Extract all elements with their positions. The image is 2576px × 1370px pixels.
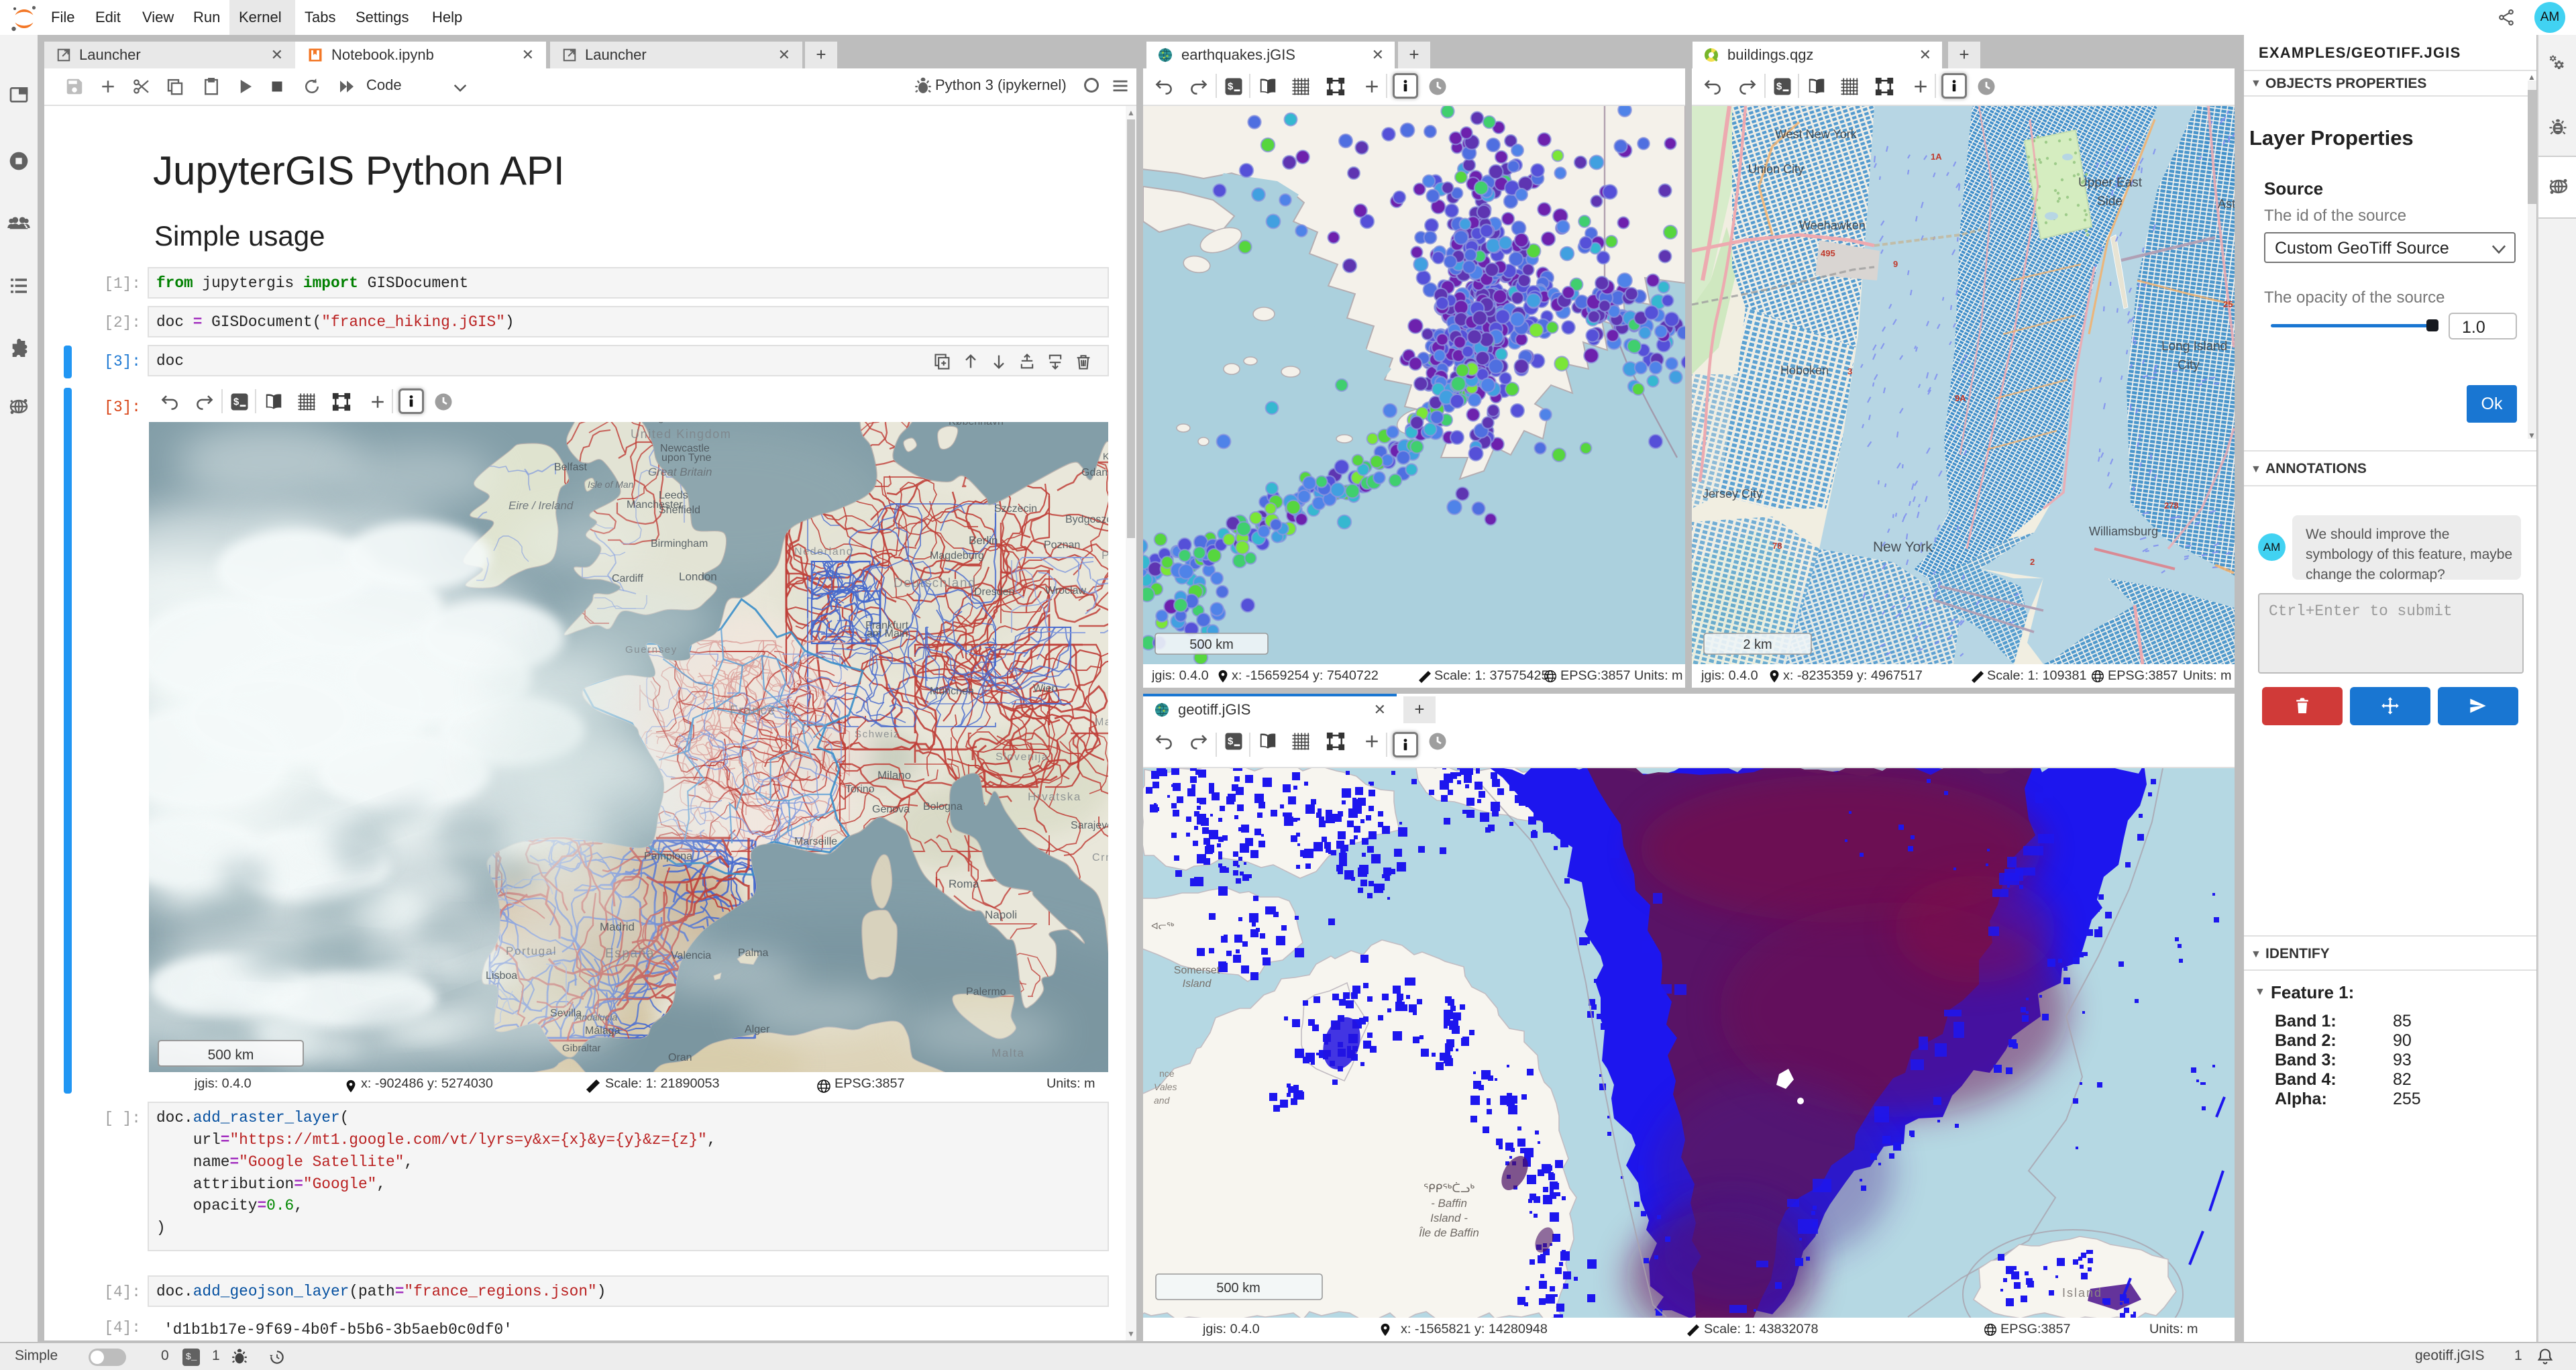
svg-text:Magyaro: Magyaro [1095, 717, 1108, 728]
svg-text:Edinburgh: Edinburgh [619, 422, 671, 423]
svg-text:Crna G: Crna G [1092, 852, 1108, 863]
svg-text:Palermo: Palermo [966, 986, 1006, 998]
svg-text:Torino: Torino [845, 784, 875, 795]
svg-text:Asto: Asto [2218, 197, 2235, 211]
svg-text:Jersey City: Jersey City [1703, 487, 1762, 500]
svg-text:Sheffield: Sheffield [659, 505, 700, 516]
svg-text:Kobenh: Kobenh [1103, 451, 1108, 462]
svg-text:ᐊᓕᖅ: ᐊᓕᖅ [1151, 920, 1175, 931]
svg-text:3: 3 [1847, 366, 1852, 376]
svg-text:Gibraltar: Gibraltar [562, 1043, 601, 1054]
svg-text:Île de Baffin: Île de Baffin [1419, 1226, 1479, 1239]
svg-text:Island -: Island - [1430, 1212, 1468, 1224]
svg-text:$: $ [1776, 81, 1782, 93]
svg-text:78: 78 [1772, 541, 1782, 551]
svg-text:nce: nce [1159, 1068, 1175, 1079]
svg-text:New York: New York [1873, 539, 1933, 555]
svg-text:- Baffin: - Baffin [1431, 1197, 1467, 1210]
svg-text:Gdansk: Gdansk [1081, 467, 1108, 478]
svg-text:Sarajevo: Sarajevo [1071, 820, 1108, 831]
svg-text:Eire / Ireland: Eire / Ireland [508, 499, 574, 512]
svg-text:Schweiz: Schweiz [855, 729, 900, 740]
svg-text:France: France [730, 704, 776, 718]
svg-text:am Main: am Main [867, 628, 908, 639]
svg-text:Pamplona: Pamplona [644, 851, 692, 862]
svg-text:Wroclaw: Wroclaw [1045, 585, 1086, 596]
svg-text:United Kingdom: United Kingdom [631, 427, 731, 441]
svg-text:Island: Island [2062, 1286, 2102, 1300]
svg-text:Napoli: Napoli [985, 908, 1017, 921]
svg-text:Side: Side [2097, 195, 2123, 209]
svg-text:Berlin: Berlin [969, 534, 998, 547]
svg-text:España: España [605, 947, 655, 961]
svg-text:Marseille: Marseille [794, 836, 837, 847]
svg-text:Hrvatska: Hrvatska [1028, 790, 1081, 803]
svg-text:2 km: 2 km [1743, 637, 1772, 652]
svg-text:Hoboken: Hoboken [1780, 364, 1829, 377]
svg-text:Madrid: Madrid [600, 920, 635, 933]
svg-text:West New York: West New York [1775, 127, 1858, 141]
svg-text:ᕿᑭᖅᑖᓗᒃ: ᕿᑭᖅᑖᓗᒃ [1424, 1181, 1474, 1195]
svg-text:Isle of Man: Isle of Man [588, 479, 634, 490]
svg-text:Williamsburg: Williamsburg [2089, 525, 2158, 538]
svg-text:upon Tyne: upon Tyne [661, 452, 712, 464]
svg-text:Málaga: Málaga [585, 1025, 621, 1037]
svg-text:Slovenija: Slovenija [996, 751, 1049, 763]
svg-text:München: München [930, 686, 974, 697]
svg-text:Bologna: Bologna [923, 801, 963, 812]
svg-text:Upper East: Upper East [2078, 176, 2143, 190]
svg-text:Deutschland: Deutschland [894, 576, 976, 590]
svg-text:Birmingham: Birmingham [651, 538, 708, 549]
svg-text:Magdeburg: Magdeburg [930, 550, 984, 562]
svg-text:Portugal: Portugal [506, 945, 557, 957]
svg-text:$: $ [1228, 81, 1234, 93]
svg-text:City: City [2178, 358, 2200, 372]
svg-text:278: 278 [2164, 500, 2179, 511]
svg-text:$: $ [1228, 736, 1234, 747]
svg-text:Union City: Union City [1748, 162, 1804, 176]
svg-text:Genova: Genova [872, 804, 910, 815]
svg-text:Belfast: Belfast [554, 462, 587, 473]
svg-text:9A: 9A [1955, 393, 1966, 403]
svg-text:500 km: 500 km [208, 1047, 254, 1063]
svg-text:Poznan: Poznan [1044, 539, 1080, 551]
svg-text:Milano: Milano [877, 769, 911, 782]
svg-text:Pols: Pols [1102, 549, 1108, 562]
svg-text:Roma: Roma [949, 878, 979, 890]
svg-text:495: 495 [1821, 248, 1835, 258]
svg-text:9: 9 [1893, 259, 1898, 269]
svg-text:Weehawken: Weehawken [1799, 219, 1866, 232]
svg-text:25: 25 [2223, 299, 2233, 309]
svg-text:Andalucía: Andalucía [575, 1012, 617, 1022]
svg-text:and: and [1154, 1095, 1171, 1106]
svg-text:2: 2 [2030, 557, 2035, 567]
svg-text:Cardiff: Cardiff [612, 573, 643, 584]
svg-text:Szczecin: Szczecin [994, 503, 1037, 515]
svg-text:Great Britain: Great Britain [648, 466, 712, 478]
svg-text:Dresden: Dresden [974, 586, 1014, 598]
svg-text:Leeds: Leeds [659, 490, 688, 501]
svg-text:1A: 1A [1931, 152, 1942, 162]
svg-text:København: København [949, 422, 1004, 427]
svg-text:500 km: 500 km [1216, 1281, 1260, 1296]
svg-text:Wien: Wien [1033, 683, 1057, 694]
svg-text:Vales: Vales [1154, 1082, 1177, 1092]
svg-text:Oran: Oran [668, 1052, 692, 1063]
svg-text:Alger: Alger [745, 1024, 770, 1035]
svg-text:Nederland: Nederland [794, 546, 853, 558]
svg-text:Lisboa: Lisboa [486, 970, 517, 982]
svg-text:Long Island: Long Island [2161, 339, 2227, 354]
svg-text:Island: Island [1183, 978, 1212, 990]
svg-text:Bydgoszcz: Bydgoszcz [1065, 514, 1108, 525]
svg-text:Valencia: Valencia [671, 950, 711, 961]
svg-text:Malta: Malta [991, 1047, 1025, 1059]
svg-text:Guernsey: Guernsey [625, 644, 678, 655]
svg-text:$: $ [233, 397, 239, 408]
svg-text:London: London [679, 570, 717, 583]
svg-text:Somerset: Somerset [1174, 965, 1220, 976]
svg-text:Palma: Palma [738, 947, 768, 959]
svg-text:500 km: 500 km [1189, 637, 1234, 652]
